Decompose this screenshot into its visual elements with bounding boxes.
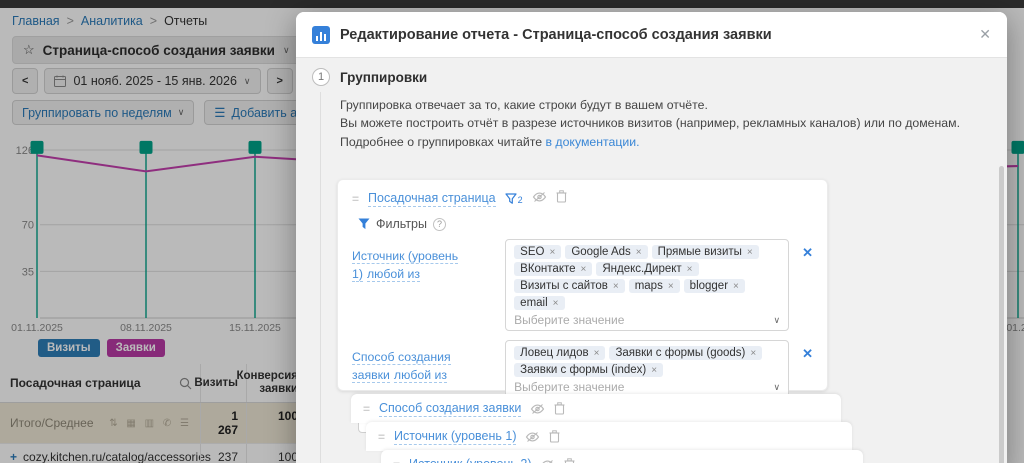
funnel-icon	[505, 193, 517, 204]
grouping-row[interactable]: = Источник (уровень 1)	[366, 422, 852, 451]
step-number-badge: 1	[312, 68, 330, 86]
drag-handle-icon[interactable]: =	[363, 402, 370, 416]
filter-value-tag[interactable]: Заявки с формы (goods) ×	[609, 346, 763, 360]
modal-title: Редактирование отчета - Страница-способ …	[340, 26, 772, 43]
remove-tag-icon[interactable]: ×	[668, 281, 674, 292]
trash-icon[interactable]	[554, 402, 565, 415]
select-placeholder: Выберите значение	[514, 313, 625, 327]
eye-off-icon[interactable]	[540, 459, 555, 463]
select-placeholder: Выберите значение	[514, 380, 625, 394]
remove-tag-icon[interactable]: ×	[553, 298, 559, 309]
eye-off-icon[interactable]	[530, 403, 545, 415]
filter-value-tag[interactable]: Прямые визиты ×	[651, 245, 759, 259]
remove-tag-icon[interactable]: ×	[651, 365, 657, 376]
edit-report-modal: Редактирование отчета - Страница-способ …	[296, 12, 1007, 463]
remove-tag-icon[interactable]: ×	[636, 247, 642, 258]
help-icon[interactable]: ?	[432, 217, 446, 231]
filter-value-select[interactable]: Ловец лидов × Заявки с формы (goods) × Заявк…	[505, 340, 790, 398]
grouping-row[interactable]: = Способ создания заявки	[351, 394, 841, 423]
filter-value-tag[interactable]: Google Ads ×	[565, 245, 648, 259]
filter-value-tag[interactable]: SEO ×	[514, 245, 562, 259]
grouping-title-link[interactable]: Источник (уровень 2)	[409, 457, 531, 463]
grouping-row[interactable]: = Источник (уровень 2)	[381, 450, 863, 463]
remove-tag-icon[interactable]: ×	[581, 264, 587, 275]
grouping-card-landing-page: = Посадочная страница 2 Фильтры ? Источн…	[337, 179, 828, 433]
step-title: Группировки	[340, 69, 428, 85]
drag-handle-icon[interactable]: =	[378, 430, 385, 444]
remove-tag-icon[interactable]: ×	[549, 247, 555, 258]
filter-value-tag[interactable]: Яндекс.Директ ×	[596, 262, 699, 276]
filter-value-tag[interactable]: ВКонтакте ×	[514, 262, 593, 276]
grouping-title-link[interactable]: Способ создания заявки	[379, 401, 522, 417]
report-document-icon	[312, 25, 330, 44]
remove-filter-icon[interactable]: ✕	[802, 239, 813, 261]
filter-value-tag[interactable]: maps ×	[628, 279, 680, 293]
filter-row: Источник (уровень 1) любой из SEO × Google A…	[352, 239, 813, 331]
filter-value-tag[interactable]: Визиты с сайтов ×	[514, 279, 625, 293]
filter-operator-link[interactable]: любой из	[393, 368, 447, 384]
app-window: Главная > Аналитика > Отчеты ☆ Страница-спос…	[0, 0, 1024, 463]
modal-header: Редактирование отчета - Страница-способ …	[296, 12, 1007, 58]
remove-tag-icon[interactable]: ×	[594, 348, 600, 359]
trash-icon[interactable]	[549, 430, 560, 443]
filter-value-tag[interactable]: blogger ×	[683, 279, 745, 293]
filter-operator-link[interactable]: любой из	[366, 267, 421, 283]
groupings-description: Группировка отвечает за то, какие строки…	[340, 98, 961, 149]
remove-tag-icon[interactable]: ×	[733, 281, 739, 292]
filter-row: Способ создания заявки любой из Ловец лидо…	[352, 340, 813, 398]
modal-scrollbar[interactable]	[999, 166, 1004, 463]
filter-value-select[interactable]: SEO × Google Ads × Прямые визиты × ВКонтакте × Я…	[505, 239, 790, 331]
step-guide-line	[320, 92, 321, 463]
remove-filter-icon[interactable]: ✕	[802, 340, 813, 362]
drag-handle-icon[interactable]: =	[352, 192, 359, 206]
funnel-filled-icon[interactable]	[358, 218, 370, 230]
chevron-down-icon[interactable]: ∨	[774, 315, 781, 326]
filter-value-tag[interactable]: Ловец лидов ×	[514, 346, 606, 360]
eye-off-icon[interactable]	[532, 190, 547, 208]
remove-tag-icon[interactable]: ×	[750, 348, 756, 359]
filter-value-tag[interactable]: email ×	[514, 296, 565, 310]
filter-value-tag[interactable]: Заявки с формы (index) ×	[514, 363, 664, 377]
documentation-link[interactable]: в документации.	[545, 135, 639, 149]
remove-tag-icon[interactable]: ×	[747, 247, 753, 258]
drag-handle-icon[interactable]: =	[393, 458, 400, 463]
trash-icon[interactable]	[556, 190, 567, 208]
remove-tag-icon[interactable]: ×	[613, 281, 619, 292]
close-icon[interactable]: ✕	[979, 26, 991, 43]
filter-count-icon[interactable]: 2	[505, 193, 523, 205]
trash-icon[interactable]	[564, 458, 575, 463]
eye-off-icon[interactable]	[525, 431, 540, 443]
chevron-down-icon[interactable]: ∨	[774, 382, 781, 393]
remove-tag-icon[interactable]: ×	[687, 264, 693, 275]
modal-body: 1 Группировки Группировка отвечает за то…	[296, 58, 1007, 463]
filters-title: Фильтры	[376, 217, 427, 231]
grouping-title-link[interactable]: Посадочная страница	[368, 191, 496, 207]
grouping-title-link[interactable]: Источник (уровень 1)	[394, 429, 517, 445]
